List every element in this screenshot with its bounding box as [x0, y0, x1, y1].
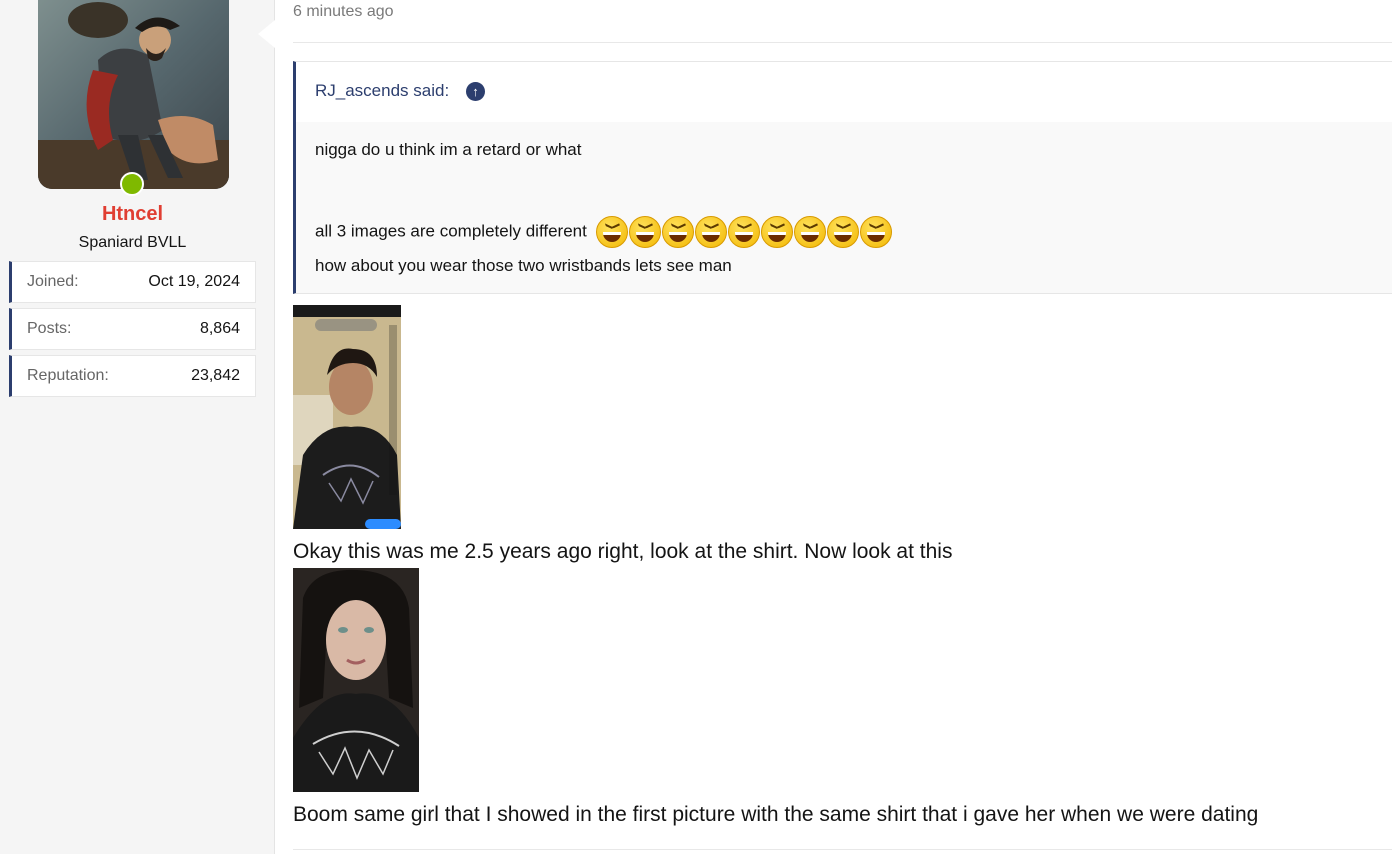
attached-image-selfie-boy[interactable] — [293, 305, 401, 529]
quote-line: how about you wear those two wristbands … — [315, 256, 732, 275]
stat-label: Reputation: — [27, 367, 109, 384]
message-user-cell: Htncel Spaniard BVLL Joined: Oct 19, 202… — [0, 0, 275, 854]
stat-reputation: Reputation: 23,842 — [9, 355, 256, 397]
emoji-row — [595, 216, 892, 248]
divider — [293, 849, 1392, 850]
quote-line-with-emojis: all 3 images are completely different — [315, 216, 892, 248]
selfie-girl-image — [293, 568, 419, 792]
laughing-face-emoji — [694, 216, 727, 248]
attached-image-selfie-girl[interactable] — [293, 568, 419, 792]
quote-line: nigga do u think im a retard or what — [315, 140, 582, 159]
stat-value[interactable]: 8,864 — [200, 320, 240, 338]
laughing-face-emoji — [628, 216, 661, 248]
arrow-up-circle-icon[interactable]: ↑ — [466, 82, 485, 101]
quote-author[interactable]: RJ_ascends said: — [315, 81, 449, 101]
stat-label: Joined: — [27, 273, 79, 290]
avatar[interactable] — [38, 0, 229, 189]
post-text-line: Okay this was me 2.5 years ago right, lo… — [293, 540, 953, 563]
quote-header: RJ_ascends said: ↑ — [296, 62, 1392, 122]
selfie-boy-image — [293, 305, 401, 529]
laughing-face-emoji — [793, 216, 826, 248]
laughing-face-emoji — [661, 216, 694, 248]
laughing-face-emoji — [859, 216, 892, 248]
laughing-face-emoji — [595, 216, 628, 248]
username[interactable]: Htncel — [0, 203, 265, 226]
online-status-dot — [120, 172, 144, 196]
post-text-line: Boom same girl that I showed in the firs… — [293, 803, 1259, 826]
laughing-face-emoji — [760, 216, 793, 248]
avatar-painting-image — [38, 0, 229, 189]
stat-value: 23,842 — [191, 367, 240, 384]
user-title: Spaniard BVLL — [78, 234, 187, 251]
quote-line-text: all 3 images are completely different — [315, 221, 587, 241]
stat-label: Posts: — [27, 320, 72, 337]
laughing-face-emoji — [826, 216, 859, 248]
divider — [293, 42, 1392, 43]
stat-joined: Joined: Oct 19, 2024 — [9, 261, 256, 303]
message-arrow — [258, 20, 275, 48]
laughing-face-emoji — [727, 216, 760, 248]
quote-block: RJ_ascends said: ↑ nigga do u think im a… — [293, 61, 1392, 294]
stat-posts: Posts: 8,864 — [9, 308, 256, 350]
stat-value: Oct 19, 2024 — [148, 273, 240, 290]
post-timestamp[interactable]: 6 minutes ago — [293, 3, 394, 21]
